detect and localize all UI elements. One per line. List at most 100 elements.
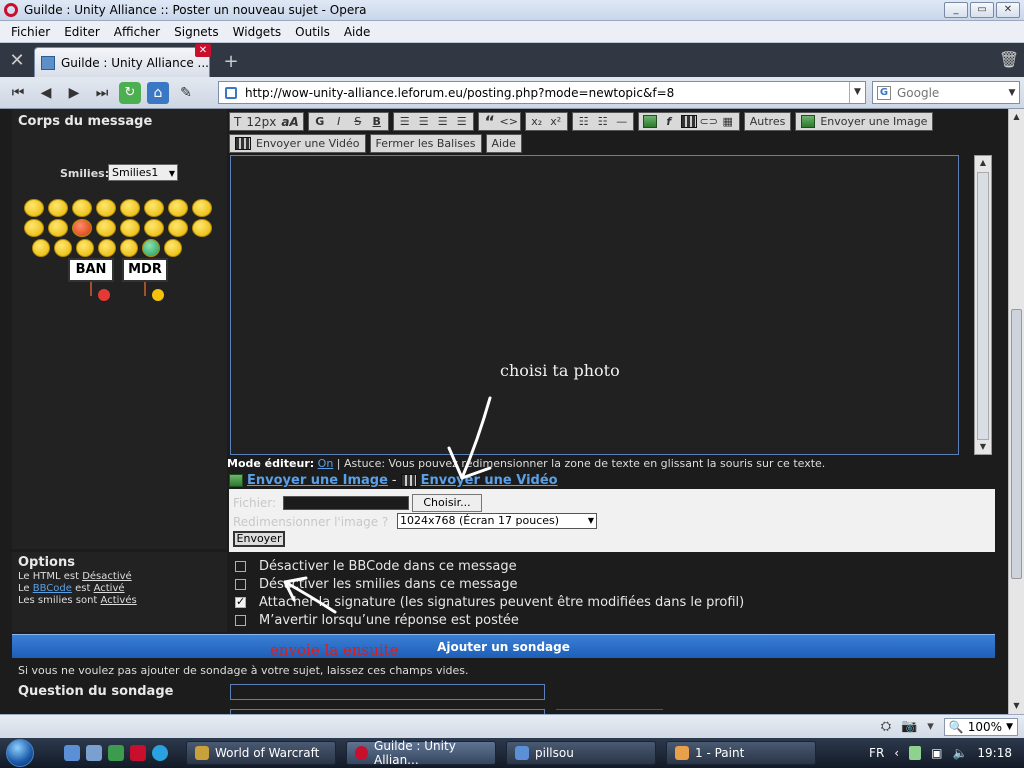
flash-icon[interactable]: f (662, 115, 676, 128)
search-bar[interactable]: G ▼ (872, 81, 1020, 104)
chevron-down-icon[interactable]: ▾ (927, 719, 934, 734)
close-window-button[interactable]: ✕ (996, 2, 1020, 18)
reload-icon[interactable]: ↻ (119, 81, 141, 104)
tools-icon[interactable]: ✕ (0, 43, 34, 77)
smilies-select[interactable]: Smilies1 ▼ (108, 164, 178, 181)
scroll-up-icon[interactable]: ▲ (975, 156, 991, 170)
opera-icon[interactable] (130, 745, 146, 761)
align-right-icon[interactable]: ☰ (436, 115, 450, 128)
menu-view[interactable]: Afficher (107, 25, 167, 39)
url-text[interactable]: http://wow-unity-alliance.leforum.eu/pos… (245, 86, 849, 100)
skype-icon[interactable] (152, 745, 168, 761)
volume-icon[interactable]: 🔈 (952, 746, 967, 760)
scroll-down-icon[interactable]: ▼ (975, 440, 991, 454)
italic-button[interactable]: I (332, 115, 346, 128)
menu-widgets[interactable]: Widgets (226, 25, 289, 39)
checkbox[interactable] (235, 561, 246, 572)
scroll-up-icon[interactable]: ▲ (1009, 109, 1024, 125)
align-justify-icon[interactable]: ☰ (455, 115, 469, 128)
superscript-icon[interactable]: x² (549, 115, 563, 128)
minimize-button[interactable]: _ (944, 2, 968, 18)
task-wow[interactable]: World of Warcraft (186, 741, 336, 765)
security-icon[interactable]: ⛭ (881, 719, 891, 734)
option-disable-smilies[interactable]: Désactiver les smilies dans ce message (235, 577, 518, 592)
option-disable-bbcode[interactable]: Désactiver le BBCode dans ce message (235, 559, 517, 574)
send-video-toolbar-button[interactable]: Envoyer une Vidéo (229, 134, 366, 153)
align-left-icon[interactable]: ☰ (398, 115, 412, 128)
task-pillsou[interactable]: pillsou (506, 741, 656, 765)
clock[interactable]: 19:18 (977, 746, 1012, 760)
zoom-control[interactable]: 🔍 100% ▼ (943, 717, 1018, 736)
align-center-icon[interactable]: ☰ (417, 115, 431, 128)
scroll-thumb[interactable] (977, 172, 989, 440)
app-icon[interactable] (108, 745, 124, 761)
tab-close-button[interactable]: ✕ (195, 44, 211, 57)
resize-select[interactable]: 1024x768 (Écran 17 pouces) ▼ (397, 513, 597, 529)
smiley-icon[interactable] (24, 199, 44, 217)
send-image-toolbar-button[interactable]: Envoyer une Image (795, 112, 934, 131)
battery-icon[interactable] (909, 746, 922, 760)
smiley-icon[interactable] (98, 239, 116, 257)
bbcode-status-value[interactable]: Activé (94, 583, 125, 594)
smiley-icon[interactable] (142, 239, 160, 257)
smiley-icon[interactable] (72, 199, 92, 217)
window-switch-icon[interactable] (86, 745, 102, 761)
smiley-icon[interactable] (168, 199, 188, 217)
smiley-icon[interactable] (24, 219, 44, 237)
fast-forward-icon[interactable]: ⏭ (88, 81, 116, 105)
video-icon[interactable] (680, 115, 697, 128)
close-tags-button[interactable]: Fermer les Balises (369, 134, 482, 153)
smiley-icon[interactable] (48, 199, 68, 217)
smilies-status-value[interactable]: Activés (101, 595, 137, 606)
html-status-value[interactable]: Désactivé (82, 571, 131, 582)
page-scrollbar[interactable]: ▲ ▼ (1008, 109, 1024, 714)
rewind-icon[interactable]: ⏮ (4, 81, 32, 105)
help-button[interactable]: Aide (485, 134, 522, 153)
smiley-icon[interactable] (96, 219, 116, 237)
subscript-icon[interactable]: x₂ (530, 115, 544, 128)
start-button[interactable] (0, 738, 40, 768)
file-input[interactable] (283, 496, 409, 510)
poll-question-input[interactable] (230, 684, 545, 700)
maximize-button[interactable]: ▭ (970, 2, 994, 18)
smiley-icon[interactable] (32, 239, 50, 257)
tab-active[interactable]: Guilde : Unity Alliance ... ✕ (34, 44, 211, 77)
smiley-icon[interactable] (144, 199, 164, 217)
menu-file[interactable]: Fichier (4, 25, 57, 39)
checkbox-checked[interactable] (235, 595, 246, 608)
smiley-icon[interactable] (54, 239, 72, 257)
smiley-icon[interactable] (144, 219, 164, 237)
camera-icon[interactable]: 📷 (901, 719, 917, 734)
language-indicator[interactable]: FR (869, 746, 884, 760)
option-notify-reply[interactable]: M’avertir lorsqu’une réponse est postée (235, 613, 519, 628)
upload-image-link[interactable]: Envoyer une Image (247, 473, 388, 488)
ban-sign-smiley[interactable]: BAN (68, 258, 114, 282)
forward-icon[interactable]: ▶ (60, 81, 88, 105)
edit-icon[interactable]: ✎ (172, 81, 200, 105)
menu-edit[interactable]: Editer (57, 25, 107, 39)
new-tab-button[interactable]: + (218, 49, 244, 75)
mdr-sign-smiley[interactable]: MDR (122, 258, 168, 282)
underline-button[interactable]: B (370, 115, 384, 128)
smiley-icon[interactable] (76, 239, 94, 257)
code-icon[interactable]: <> (500, 115, 518, 128)
bullet-list-icon[interactable]: ☷ (577, 115, 591, 128)
smiley-icon[interactable] (164, 239, 182, 257)
task-opera[interactable]: Guilde : Unity Allian... (346, 739, 496, 767)
numbered-list-icon[interactable]: ☷ (596, 115, 610, 128)
smiley-icon[interactable] (120, 199, 140, 217)
address-bar[interactable]: http://wow-unity-alliance.leforum.eu/pos… (218, 81, 866, 104)
link-icon[interactable]: ⊂⊃ (700, 115, 718, 128)
google-icon[interactable]: G (877, 85, 891, 100)
smiley-icon[interactable] (120, 239, 138, 257)
option-attach-signature[interactable]: Attacher la signature (les signatures pe… (235, 595, 744, 610)
smiley-icon[interactable] (120, 219, 140, 237)
menu-tools[interactable]: Outils (288, 25, 337, 39)
smiley-icon[interactable] (192, 219, 212, 237)
site-info-icon[interactable] (225, 86, 237, 99)
upload-video-link[interactable]: Envoyer une Vidéo (421, 473, 558, 488)
image-icon[interactable] (642, 115, 657, 128)
scroll-down-icon[interactable]: ▼ (1009, 698, 1024, 714)
font-size-control[interactable]: T 12px aA (229, 112, 304, 131)
search-input[interactable] (897, 85, 1005, 100)
